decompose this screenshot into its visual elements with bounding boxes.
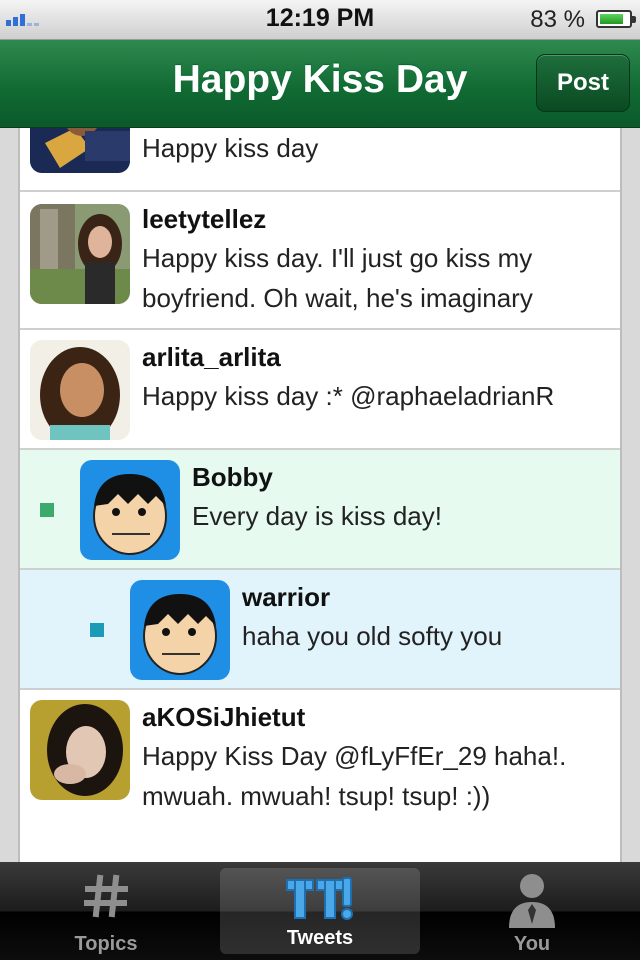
tweet-text: Happy kiss day. I'll just go kiss my boy… — [142, 243, 533, 313]
tab-you[interactable]: You — [432, 862, 632, 960]
tweet-username[interactable]: Bobby — [192, 462, 273, 493]
reply-marker-icon — [40, 503, 54, 517]
tab-tweets[interactable]: Tweets — [220, 868, 420, 954]
tab-label: Tweets — [286, 927, 354, 949]
tweet-row[interactable]: arlita_arlita Happy kiss day :* @raphael… — [20, 330, 620, 450]
tweet-list[interactable]: Happy kiss day leetytellez Happy kiss da… — [18, 128, 622, 862]
user-avatar — [30, 128, 130, 173]
tweet-username[interactable]: leetytellez — [142, 204, 266, 235]
post-button[interactable]: Post — [536, 54, 630, 112]
tweet-row[interactable]: leetytellez Happy kiss day. I'll just go… — [20, 192, 620, 330]
tweet-row[interactable]: Bobby Every day is kiss day! — [20, 450, 620, 570]
reply-marker-icon — [90, 623, 104, 637]
hash-icon — [84, 874, 128, 918]
user-avatar — [30, 204, 130, 304]
tweet-row[interactable]: aKOSiJhietut Happy Kiss Day @fLyFfEr_29 … — [20, 690, 620, 862]
tweet-username[interactable]: arlita_arlita — [142, 342, 281, 373]
user-avatar — [80, 460, 180, 560]
user-avatar — [30, 340, 130, 440]
tweet-text: haha you old softy you — [242, 621, 503, 651]
tweet-username[interactable]: aKOSiJhietut — [142, 702, 305, 733]
tweet-text: Every day is kiss day! — [192, 501, 442, 531]
tweets-logo-icon — [286, 877, 353, 920]
battery-percent: 83 % — [530, 6, 585, 33]
tweet-row[interactable]: Happy kiss day — [20, 128, 620, 192]
user-avatar — [130, 580, 230, 680]
person-icon — [509, 874, 555, 928]
tab-label: You — [513, 933, 551, 955]
tweet-text: Happy kiss day :* @raphaeladrianR — [142, 381, 555, 411]
tweet-text: Happy kiss day — [142, 133, 319, 163]
navigation-bar: Happy Kiss Day Post — [0, 40, 640, 128]
tweet-row[interactable]: warrior haha you old softy you — [20, 570, 620, 690]
tweet-text: Happy Kiss Day @fLyFfEr_29 haha!. mwuah.… — [142, 741, 567, 811]
tab-bar: Topics Tweets You — [0, 862, 640, 960]
user-avatar — [30, 700, 130, 800]
status-bar: 12:19 PM 83 % — [0, 0, 640, 40]
tweet-username[interactable]: warrior — [242, 582, 330, 613]
battery-icon — [596, 10, 636, 28]
tab-topics[interactable]: Topics — [6, 862, 206, 960]
tab-label: Topics — [74, 933, 138, 955]
